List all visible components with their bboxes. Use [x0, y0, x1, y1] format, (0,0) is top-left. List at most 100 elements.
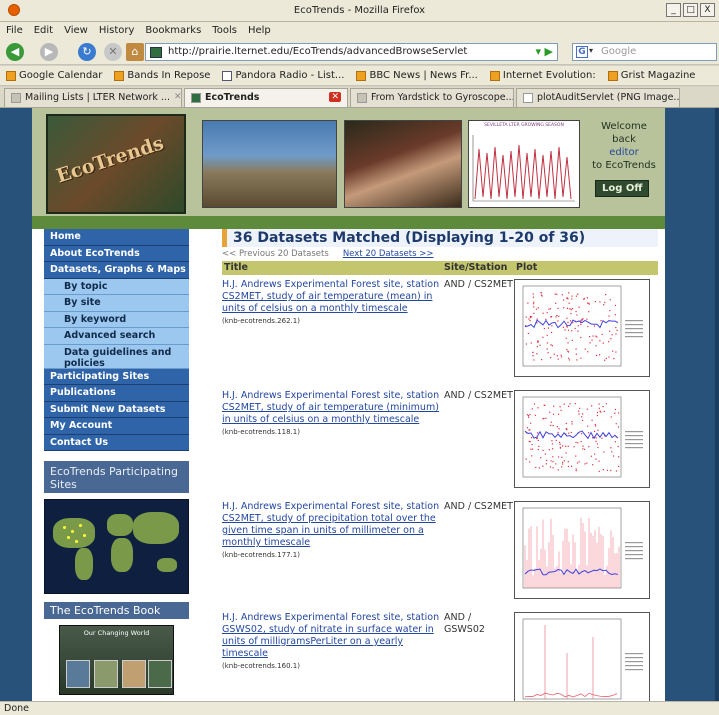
dataset-id: (knb-ecotrends.118.1) — [222, 428, 300, 436]
nav-data-guidelines[interactable]: Data guidelines and policies — [44, 344, 189, 369]
close-tab-icon[interactable]: ✕ — [174, 92, 181, 102]
rss-icon — [114, 70, 125, 81]
maximize-button[interactable]: □ — [683, 3, 698, 17]
dataset-plot-thumbnail[interactable] — [514, 612, 650, 701]
sites-world-map[interactable] — [44, 499, 189, 594]
dataset-title-link[interactable]: H.J. Andrews Experimental Forest site, s… — [222, 501, 442, 549]
nav-contact[interactable]: Contact Us — [44, 434, 189, 451]
tab-ecotrends[interactable]: EcoTrends ✕ — [184, 88, 348, 107]
dataset-title-link[interactable]: H.J. Andrews Experimental Forest site, s… — [222, 612, 442, 660]
map-land — [157, 558, 177, 572]
bookmark-bands-in-repose[interactable]: Bands In Repose — [114, 70, 210, 81]
reload-icon[interactable]: ↻ — [78, 43, 96, 61]
nav-about[interactable]: About EcoTrends — [44, 245, 189, 262]
tab-yardstick[interactable]: From Yardstick to Gyroscope...✕ — [350, 88, 514, 107]
pager: << Previous 20 Datasets Next 20 Datasets… — [222, 249, 658, 261]
menu-edit[interactable]: Edit — [34, 25, 53, 36]
status-bar: Done — [0, 701, 719, 715]
bookmark-grist[interactable]: Grist Magazine — [607, 70, 695, 81]
ecotrends-book-heading[interactable]: The EcoTrends Book — [44, 602, 189, 619]
bookmark-internet-evolution[interactable]: Internet Evolution: — [489, 70, 596, 81]
logoff-button[interactable]: Log Off — [595, 180, 650, 197]
url-text: http://prairie.lternet.edu/EcoTrends/adv… — [168, 46, 468, 57]
results-table-header: Title Site/Station Plot — [222, 261, 658, 275]
map-land — [111, 538, 133, 572]
site-marker[interactable] — [67, 536, 70, 539]
dataset-plot-thumbnail[interactable] — [514, 390, 650, 488]
bookmark-bbc-news[interactable]: BBC News | News Fr... — [356, 70, 478, 81]
go-arrow-icon[interactable]: ▾ ▶ — [536, 45, 553, 58]
dataset-plot-thumbnail[interactable] — [514, 279, 650, 377]
next-datasets-link[interactable]: Next 20 Datasets >> — [343, 249, 434, 261]
menu-bar: File Edit View History Bookmarks Tools H… — [0, 22, 719, 39]
site-marker[interactable] — [79, 524, 82, 527]
menu-help[interactable]: Help — [248, 25, 271, 36]
header-photo-researchers — [344, 120, 462, 208]
nav-advanced-search[interactable]: Advanced search — [44, 328, 189, 345]
dataset-title-link[interactable]: H.J. Andrews Experimental Forest site, s… — [222, 279, 442, 315]
bookmarks-toolbar: Google Calendar Bands In Repose Pandora … — [0, 66, 719, 86]
forward-arrow-icon[interactable]: ▶ — [40, 43, 58, 61]
back-arrow-icon[interactable]: ◀ — [6, 43, 24, 61]
home-icon[interactable]: ⌂ — [126, 43, 144, 61]
google-icon[interactable]: G — [576, 46, 588, 58]
map-land — [107, 514, 133, 536]
menu-history[interactable]: History — [99, 25, 135, 36]
nav-by-keyword[interactable]: By keyword — [44, 311, 189, 328]
site-station: AND / CS2MET — [444, 390, 513, 401]
header-graph-lines — [472, 135, 575, 202]
vertical-scrollbar[interactable] — [715, 108, 719, 701]
stop-icon[interactable]: ✕ — [104, 43, 122, 61]
close-window-button[interactable]: X — [700, 3, 715, 17]
nav-submit-datasets[interactable]: Submit New Datasets — [44, 401, 189, 418]
nav-home[interactable]: Home — [44, 229, 189, 246]
tab-plot-audit[interactable]: plotAuditServlet (PNG Image...✕ — [516, 88, 680, 107]
tab-mailing-lists[interactable]: Mailing Lists | LTER Network ... ✕ — [4, 88, 182, 107]
menu-bookmarks[interactable]: Bookmarks — [145, 25, 201, 36]
tab-favicon-icon — [11, 93, 21, 103]
site-marker[interactable] — [75, 540, 78, 543]
book-cover[interactable]: Our Changing World — [59, 625, 174, 695]
site-marker[interactable] — [63, 526, 66, 529]
col-site: Site/Station — [444, 262, 508, 273]
book-cover-image — [122, 660, 146, 688]
close-tab-icon[interactable]: ✕ — [329, 92, 341, 102]
header-photo-graph: SEVILLETA LTER GROWING SEASON — [468, 120, 580, 208]
prev-datasets-link: << Previous 20 Datasets — [222, 249, 329, 259]
menu-view[interactable]: View — [64, 25, 88, 36]
menu-tools[interactable]: Tools — [212, 25, 237, 36]
minimize-button[interactable]: _ — [666, 3, 681, 17]
nav-by-topic[interactable]: By topic — [44, 278, 189, 295]
dataset-title-link[interactable]: H.J. Andrews Experimental Forest site, s… — [222, 390, 442, 426]
nav-by-site[interactable]: By site — [44, 295, 189, 312]
site-station: AND / CS2MET — [444, 501, 513, 512]
username-link[interactable]: editor — [609, 147, 638, 158]
status-text: Done — [4, 703, 29, 714]
participating-sites-heading[interactable]: EcoTrends Participating Sites — [44, 461, 189, 493]
window-titlebar: EcoTrends - Mozilla Firefox _ □ X — [0, 0, 719, 22]
site-favicon-icon — [150, 47, 162, 58]
search-placeholder: Google — [601, 46, 637, 57]
nav-participating-sites[interactable]: Participating Sites — [44, 368, 189, 385]
chevron-down-icon[interactable]: ▾ — [589, 46, 593, 55]
logo-text: EcoTrends — [53, 132, 167, 188]
rss-icon — [489, 70, 500, 81]
nav-publications[interactable]: Publications — [44, 385, 189, 402]
ecotrends-logo[interactable]: EcoTrends — [46, 114, 186, 214]
site-marker[interactable] — [83, 534, 86, 537]
menu-file[interactable]: File — [6, 25, 23, 36]
plot-graphic — [522, 507, 643, 589]
nav-my-account[interactable]: My Account — [44, 418, 189, 435]
plot-graphic — [522, 285, 643, 367]
bookmark-pandora[interactable]: Pandora Radio - List... — [222, 70, 344, 81]
dataset-id: (knb-ecotrends.160.1) — [222, 662, 300, 670]
site-marker[interactable] — [71, 530, 74, 533]
main-nav: Home About EcoTrends Datasets, Graphs & … — [44, 229, 189, 451]
search-box[interactable]: G ▾ Google — [572, 43, 717, 61]
map-land — [53, 518, 95, 548]
results-heading: 36 Datasets Matched (Displaying 1-20 of … — [222, 229, 658, 247]
dataset-plot-thumbnail[interactable] — [514, 501, 650, 599]
url-bar[interactable]: http://prairie.lternet.edu/EcoTrends/adv… — [145, 43, 558, 61]
nav-datasets[interactable]: Datasets, Graphs & Maps — [44, 262, 189, 279]
bookmark-google-calendar[interactable]: Google Calendar — [6, 70, 102, 81]
